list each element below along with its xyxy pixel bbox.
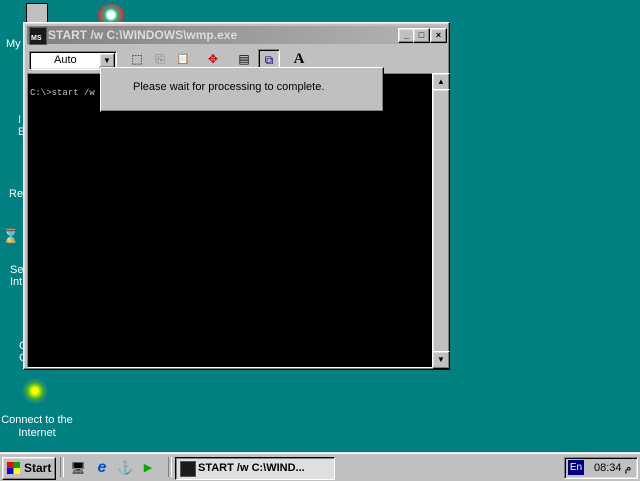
connect-label-line1: Connect to the bbox=[1, 414, 73, 426]
dropdown-arrow-icon[interactable]: ▼ bbox=[99, 53, 115, 68]
show-desktop-icon[interactable]: 🖥 bbox=[70, 460, 86, 476]
fullscreen-icon[interactable]: ✥ bbox=[203, 49, 223, 69]
my-computer-icon[interactable] bbox=[26, 3, 48, 23]
vertical-scrollbar[interactable]: ▲ ▼ bbox=[432, 73, 450, 369]
msdos-icon[interactable] bbox=[29, 27, 47, 48]
start-label: Start bbox=[24, 461, 52, 475]
busy-cursor-icon: ⌛ bbox=[2, 228, 20, 244]
paste-icon[interactable]: 📋 bbox=[173, 49, 193, 69]
start-button[interactable]: Start bbox=[2, 457, 56, 480]
task-button-label: START /w C:\WIND... bbox=[198, 462, 305, 474]
desktop-label-i[interactable]: I bbox=[18, 114, 21, 126]
console-text: C:\>start /w C bbox=[30, 88, 106, 98]
language-indicator[interactable]: En bbox=[568, 460, 584, 475]
font-size-value: Auto bbox=[54, 54, 77, 66]
scroll-down-icon[interactable]: ▼ bbox=[432, 351, 450, 369]
connect-label-line2: Internet bbox=[18, 427, 56, 439]
connect-internet-icon[interactable] bbox=[22, 378, 48, 404]
processing-message: Please wait for processing to complete. bbox=[133, 81, 325, 93]
processing-dialog: Please wait for processing to complete. bbox=[100, 67, 384, 112]
desktop-label-my[interactable]: My bbox=[6, 38, 21, 50]
clock[interactable]: 08:34 م bbox=[594, 461, 631, 474]
taskbar-separator bbox=[168, 457, 172, 477]
task-button-msdos[interactable]: START /w C:\WIND... bbox=[175, 457, 335, 480]
properties-icon[interactable]: ▤ bbox=[234, 49, 254, 69]
window-titlebar[interactable]: START /w C:\WINDOWS\wmp.exe _ □ × bbox=[27, 26, 447, 48]
media-player-icon[interactable]: ▶ bbox=[140, 460, 156, 476]
desktop-label-re[interactable]: Re bbox=[9, 188, 23, 200]
mark-icon[interactable]: ⬚ bbox=[127, 49, 147, 69]
desktop-label-int[interactable]: Int bbox=[10, 276, 22, 288]
scroll-thumb[interactable] bbox=[432, 89, 450, 353]
close-button[interactable]: × bbox=[430, 28, 447, 43]
maximize-button[interactable]: □ bbox=[413, 28, 430, 43]
windows-logo-icon bbox=[7, 462, 20, 474]
system-tray: En 08:34 م bbox=[564, 457, 638, 479]
taskbar: Start 🖥 e ⚓ ▶ START /w C:\WIND... En 08:… bbox=[0, 452, 640, 481]
internet-explorer-icon[interactable]: e bbox=[94, 460, 110, 476]
taskbar-separator bbox=[60, 457, 64, 477]
window-title: START /w C:\WINDOWS\wmp.exe bbox=[48, 28, 238, 42]
channels-icon[interactable]: ⚓ bbox=[117, 460, 133, 476]
msdos-task-icon bbox=[180, 461, 196, 477]
font-icon[interactable]: A bbox=[289, 49, 309, 69]
copy-icon[interactable]: ⎘ bbox=[150, 49, 170, 69]
desktop-label-se[interactable]: Se bbox=[10, 264, 23, 276]
console-area[interactable]: C:\>start /w C bbox=[27, 73, 433, 368]
connect-internet-label[interactable]: Connect to the Internet bbox=[0, 414, 74, 440]
